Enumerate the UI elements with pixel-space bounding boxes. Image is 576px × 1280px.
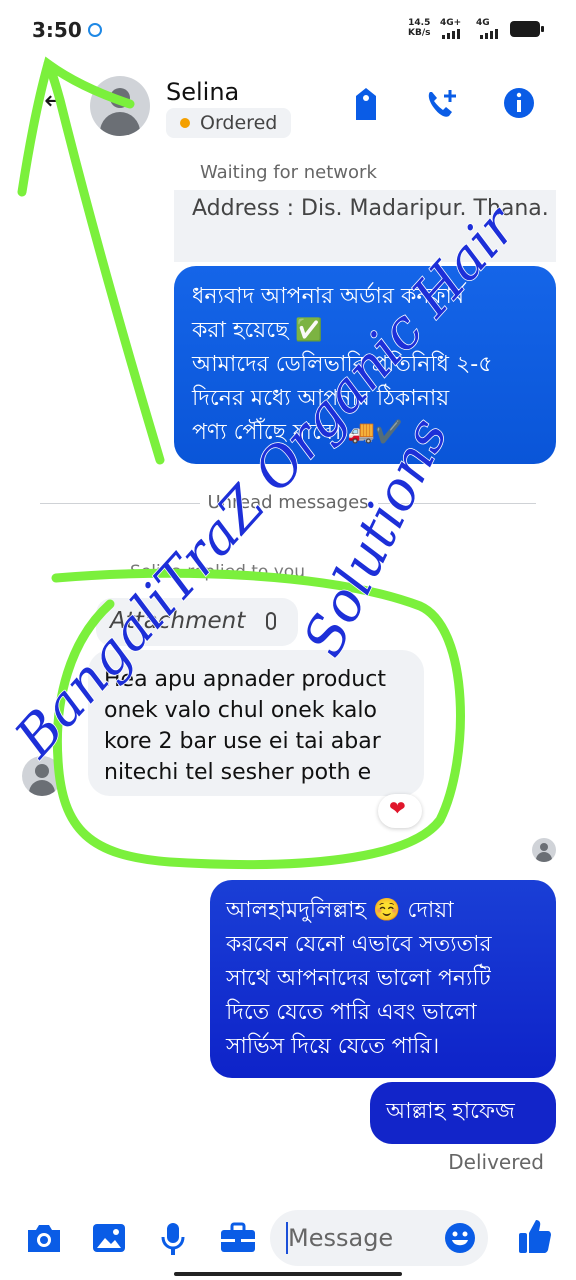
thumbs-up-icon[interactable] [518,1218,552,1254]
signal-icon-1 [442,29,460,39]
battery-icon [510,21,544,37]
replied-to-you-label: Selina replied to you [130,562,305,582]
gallery-icon[interactable] [92,1222,126,1254]
message-line: সার্ভিস দিয়ে যেতে পারি। [226,1034,440,1059]
order-status-dot [180,118,190,128]
back-arrow-icon[interactable]: ← [44,86,66,116]
seen-avatar [532,838,556,862]
status-bar: 3:50 14.5 KB/s 4G+ 4G [0,0,576,60]
paperclip-icon [266,612,276,630]
message-composer [0,1204,576,1280]
sync-icon [88,23,102,37]
conversation-header: ← Selina Ordered [0,66,576,150]
message-line: nitechi tel sesher poth e [104,760,372,785]
status-time: 3:50 [32,18,82,42]
address-message-preview[interactable]: Address : Dis. Madaripur. Thana. Rajour.… [174,190,556,262]
network-status: Waiting for network [200,162,377,183]
message-line: দিতে যেতে পারি এবং ভালো [226,1000,477,1025]
network-type-2: 4G [476,18,490,28]
message-line: onek valo chul onek kalo [104,698,377,723]
message-field[interactable] [270,1210,488,1266]
outgoing-message-farewell[interactable]: আল্লাহ হাফেজ [370,1082,556,1144]
sender-avatar[interactable] [22,756,62,796]
home-indicator [174,1272,402,1276]
add-call-icon[interactable] [424,86,462,122]
outgoing-message-thanks[interactable]: আলহামদুলিল্লাহ ☺️ দোয়া করবেন যেনো এভাবে… [210,880,556,1078]
network-type-1: 4G+ [440,18,462,28]
attachment-reply-preview[interactable]: Attachment [96,598,298,646]
message-line: ধন্যবাদ আপনার অর্ডার কনফার্ম [192,284,465,309]
message-line: সাথে আপনাদের ভালো পন্যটি [226,966,491,991]
order-status-badge[interactable]: Ordered [166,108,292,138]
message-line: দিনের মধ্যে আপনার ঠিকানায় [192,386,450,411]
info-icon[interactable] [502,86,536,120]
message-line: kore 2 bar use ei tai abar [104,729,381,754]
incoming-message-review[interactable]: Hea apu apnader product onek valo chul o… [88,650,424,796]
camera-icon[interactable] [26,1222,62,1254]
contact-avatar[interactable] [90,76,150,136]
order-status-label: Ordered [200,112,278,134]
outgoing-message-confirmation[interactable]: ধন্যবাদ আপনার অর্ডার কনফার্ম করা হয়েছে … [174,266,556,464]
tag-icon[interactable] [352,86,380,122]
delivery-status: Delivered [448,1150,544,1174]
toolbox-icon[interactable] [220,1222,256,1254]
message-line: আমাদের ডেলিভারি প্রতিনিধি ২-৫ [192,352,493,377]
message-input[interactable] [288,1222,438,1254]
attachment-label: Attachment [110,608,246,634]
heart-reaction-icon[interactable] [378,794,422,828]
network-speed-value: 14.5 [408,18,431,28]
message-line: করা হয়েছে ✅ [192,318,323,343]
signal-icon-2 [480,29,498,39]
message-line: পণ্য পৌঁছে যাবে। 🚚✔️ [192,420,403,445]
unread-divider-right [378,503,536,504]
emoji-icon[interactable] [444,1222,476,1254]
network-speed-unit: KB/s [408,28,431,38]
message-line: করবেন যেনো এভাবে সত্যতার [226,932,492,957]
message-line: Hea apu apnader product [104,667,386,692]
microphone-icon[interactable] [160,1222,186,1256]
contact-name[interactable]: Selina [166,78,239,106]
message-line: আলহামদুলিল্লাহ ☺️ দোয়া [226,898,454,923]
network-speed: 14.5 KB/s [408,18,430,38]
